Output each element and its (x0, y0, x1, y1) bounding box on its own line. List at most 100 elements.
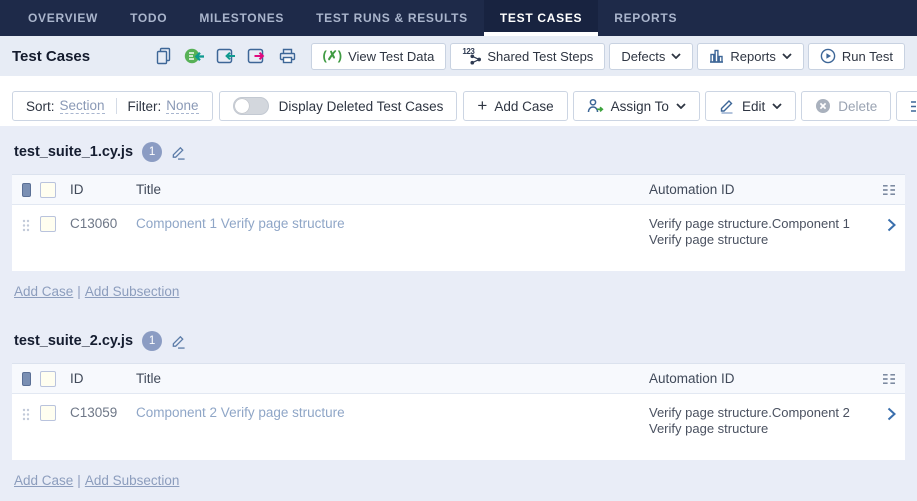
table-header-row: ID Title Automation ID (12, 364, 905, 394)
export-icon (247, 47, 267, 65)
view-test-data-button[interactable]: (✗) View Test Data (311, 43, 447, 70)
pencil-icon (171, 145, 186, 160)
case-automation-id: Verify page structure.Component 2 Verify… (649, 405, 850, 436)
cases-table: ID Title Automation ID C13059 Component … (12, 363, 905, 460)
sort-label: Sort: (26, 99, 55, 114)
add-case-link[interactable]: Add Case (14, 473, 73, 488)
row-checkbox[interactable] (40, 216, 56, 232)
table-row: C13059 Component 2 Verify page structure… (12, 394, 905, 460)
reports-label: Reports (730, 49, 776, 64)
copy-icon (155, 47, 173, 65)
assign-to-label: Assign To (611, 99, 669, 114)
section-name: test_suite_2.cy.js (14, 333, 133, 349)
drag-dots-icon (22, 408, 30, 421)
separator: | (77, 284, 81, 299)
tab-overview[interactable]: OVERVIEW (12, 0, 114, 36)
copy-button[interactable] (153, 45, 175, 67)
import-icon (216, 47, 236, 65)
shared-test-steps-button[interactable]: 123 Shared Test Steps (450, 43, 605, 70)
section-header: test_suite_2.cy.js 1 (12, 315, 905, 363)
top-nav: OVERVIEW TODO MILESTONES TEST RUNS & RES… (0, 0, 917, 36)
tab-test-runs-results[interactable]: TEST RUNS & RESULTS (300, 0, 484, 36)
case-automation-id: Verify page structure.Component 1 Verify… (649, 216, 850, 247)
reports-button[interactable]: Reports (697, 43, 804, 70)
select-all-checkbox[interactable] (40, 371, 56, 387)
display-deleted-label: Display Deleted Test Cases (279, 99, 444, 114)
add-subsection-link[interactable]: Add Subsection (85, 284, 180, 299)
column-header-title: Title (136, 182, 649, 197)
columns-button[interactable]: Columns (896, 91, 917, 121)
column-settings-icon[interactable] (882, 184, 896, 196)
row-checkbox[interactable] (40, 405, 56, 421)
toggle-knob (235, 99, 249, 113)
delete-button[interactable]: Delete (801, 91, 891, 121)
print-button[interactable] (277, 45, 299, 67)
filter-toolbar: Sort: Section Filter: None Display Delet… (0, 76, 917, 126)
select-all-marker[interactable] (22, 372, 31, 386)
drag-handle[interactable] (12, 216, 40, 232)
cases-table: ID Title Automation ID C13060 Component … (12, 174, 905, 271)
case-title-link[interactable]: Component 2 Verify page structure (136, 405, 345, 420)
chevron-right-icon[interactable] (887, 218, 896, 232)
display-deleted-toggle[interactable] (233, 97, 269, 115)
test-cases-content: test_suite_1.cy.js 1 ID Title Automation… (0, 126, 917, 501)
column-settings-icon[interactable] (882, 373, 896, 385)
edit-section-button[interactable] (171, 334, 186, 349)
column-header-automation-id: Automation ID (649, 182, 875, 197)
tab-reports[interactable]: REPORTS (598, 0, 693, 36)
select-all-marker[interactable] (22, 183, 31, 197)
defects-button[interactable]: Defects (609, 43, 693, 70)
view-test-data-icon: (✗) (323, 48, 343, 64)
chevron-down-icon (671, 53, 681, 59)
sync-import-button[interactable] (184, 45, 206, 67)
tab-milestones[interactable]: MILESTONES (183, 0, 300, 36)
section-test-suite-1: test_suite_1.cy.js 1 ID Title Automation… (12, 126, 905, 299)
run-test-button[interactable]: Run Test (808, 43, 905, 70)
chevron-down-icon (782, 53, 792, 59)
view-test-data-label: View Test Data (348, 49, 434, 64)
case-actions-group: + Add Case Assign To Edit Delete Columns (463, 91, 917, 121)
shared-test-steps-icon: 123 (462, 48, 481, 65)
chevron-right-icon[interactable] (887, 407, 896, 421)
assign-user-icon (587, 98, 604, 114)
column-header-id: ID (70, 182, 136, 197)
export-button[interactable] (246, 45, 268, 67)
display-deleted-box: Display Deleted Test Cases (219, 91, 458, 121)
tab-todo[interactable]: TODO (114, 0, 183, 36)
drag-handle[interactable] (12, 405, 40, 421)
filter-value-link[interactable]: None (166, 98, 198, 114)
section-test-suite-2: test_suite_2.cy.js 1 ID Title Automation… (12, 315, 905, 488)
assign-to-button[interactable]: Assign To (573, 91, 700, 121)
add-subsection-link[interactable]: Add Subsection (85, 473, 180, 488)
drag-dots-icon (22, 219, 30, 232)
edit-section-button[interactable] (171, 145, 186, 160)
shared-test-steps-label: Shared Test Steps (487, 49, 593, 64)
bar-chart-icon (709, 49, 724, 63)
case-title-link[interactable]: Component 1 Verify page structure (136, 216, 345, 231)
table-row: C13060 Component 1 Verify page structure… (12, 205, 905, 271)
edit-button[interactable]: Edit (705, 91, 796, 121)
header-button-group: (✗) View Test Data 123 Shared Test Steps… (311, 43, 905, 70)
sort-value-link[interactable]: Section (60, 98, 105, 114)
import-button[interactable] (215, 45, 237, 67)
delete-circle-icon (815, 98, 831, 114)
tab-test-cases[interactable]: TEST CASES (484, 0, 598, 36)
case-id: C13059 (70, 405, 136, 420)
section-header: test_suite_1.cy.js 1 (12, 126, 905, 174)
column-header-title: Title (136, 371, 649, 386)
pencil-icon (719, 98, 735, 114)
header-icon-group (153, 45, 299, 67)
delete-label: Delete (838, 99, 877, 114)
sync-import-icon (184, 47, 205, 65)
section-footer-links: Add Case | Add Subsection (12, 460, 905, 488)
select-all-checkbox[interactable] (40, 182, 56, 198)
add-case-link[interactable]: Add Case (14, 284, 73, 299)
case-count-badge: 1 (142, 331, 162, 351)
page-header: Test Cases (✗) View Test Data 123 Shared (0, 36, 917, 76)
divider (116, 98, 117, 114)
separator: | (77, 473, 81, 488)
edit-label: Edit (742, 99, 765, 114)
share-icon (470, 54, 481, 65)
chevron-down-icon (772, 103, 782, 109)
add-case-button[interactable]: + Add Case (463, 91, 567, 121)
